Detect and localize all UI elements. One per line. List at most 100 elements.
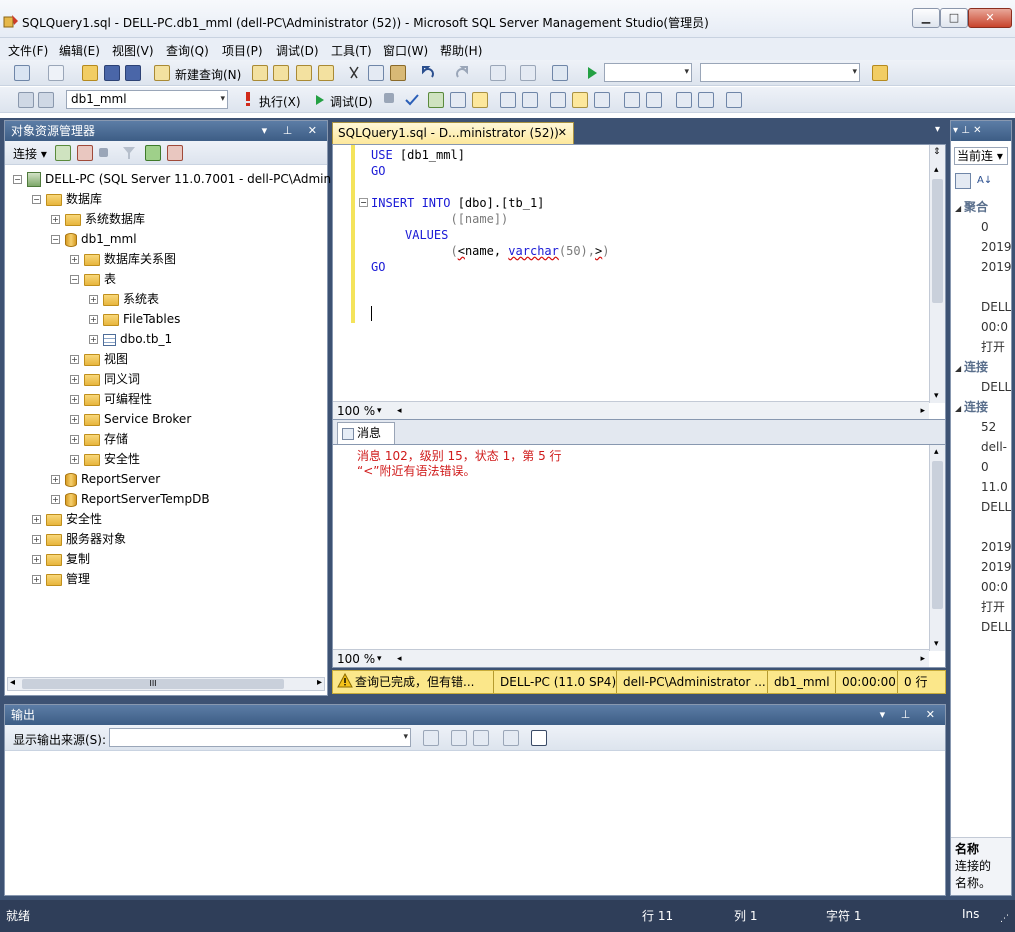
start-debug-icon[interactable]: [584, 65, 600, 81]
property-value[interactable]: 2019: [981, 557, 1011, 577]
scroll-left-arrow[interactable]: ◂: [10, 677, 15, 688]
editor-hscroll-right-arrow[interactable]: ▸: [920, 402, 925, 420]
property-category[interactable]: ◢ 连接: [955, 357, 1011, 377]
maximize-button[interactable]: □: [940, 8, 968, 28]
connect-server-icon[interactable]: [55, 145, 71, 161]
comment-icon[interactable]: [624, 92, 640, 108]
editor-vscroll-thumb[interactable]: [932, 179, 943, 303]
expand-icon[interactable]: +: [70, 415, 79, 424]
expand-icon[interactable]: +: [70, 435, 79, 444]
alphabetical-sort-icon[interactable]: A↓: [977, 173, 993, 189]
property-value[interactable]: DELL: [981, 617, 1011, 637]
include-plan-icon[interactable]: [500, 92, 516, 108]
expand-icon[interactable]: +: [89, 315, 98, 324]
property-value[interactable]: [981, 277, 1011, 297]
analysis-query-icon[interactable]: [273, 65, 289, 81]
minimize-button[interactable]: ▁: [912, 8, 940, 28]
redo-icon[interactable]: [454, 65, 470, 81]
menu-window[interactable]: 窗口(W): [383, 42, 428, 59]
scroll-down-arrow[interactable]: ▾: [934, 391, 939, 401]
property-value[interactable]: DELL: [981, 297, 1011, 317]
db-engine-query-icon[interactable]: [252, 65, 268, 81]
refresh-icon[interactable]: [145, 145, 161, 161]
property-value[interactable]: 52: [981, 417, 1011, 437]
messages-zoom-arrow-icon[interactable]: ▾: [377, 650, 382, 668]
undo-icon[interactable]: [420, 65, 436, 81]
msg-scroll-up-arrow[interactable]: ▴: [934, 447, 939, 457]
connect-dropdown[interactable]: 连接 ▾: [13, 145, 47, 162]
expand-icon[interactable]: +: [89, 295, 98, 304]
menu-debug[interactable]: 调试(D): [276, 42, 319, 59]
close-button[interactable]: ✕: [968, 8, 1012, 28]
property-value[interactable]: 2019: [981, 537, 1011, 557]
results-to-file-icon[interactable]: [594, 92, 610, 108]
tree-node[interactable]: + 安全性: [70, 449, 140, 469]
tree-node[interactable]: + 同义词: [70, 369, 140, 389]
object-explorer-pane-controls[interactable]: ▾ ⊥ ✕: [262, 121, 323, 141]
find-combo[interactable]: ▾: [700, 63, 860, 82]
new-project-icon[interactable]: [14, 65, 30, 81]
tree-node[interactable]: + 复制: [32, 549, 90, 569]
change-connection-icon[interactable]: [38, 92, 54, 108]
messages-zoom-select[interactable]: 100 %: [337, 652, 375, 666]
execute-button[interactable]: 执行(X): [259, 93, 301, 110]
save-all-icon[interactable]: [125, 65, 141, 81]
debug-icon[interactable]: [312, 92, 328, 108]
xmla-query-icon[interactable]: [318, 65, 334, 81]
tree-node[interactable]: + 可编程性: [70, 389, 152, 409]
copy-icon[interactable]: [368, 65, 384, 81]
collapse-icon[interactable]: −: [13, 175, 22, 184]
mdx-query-icon[interactable]: [296, 65, 312, 81]
next-message-icon[interactable]: [473, 730, 489, 746]
menu-tools[interactable]: 工具(T): [331, 42, 372, 59]
category-collapse-icon[interactable]: ◢: [955, 364, 964, 373]
cut-icon[interactable]: [346, 65, 362, 81]
solution-config-select[interactable]: ▾: [604, 63, 692, 82]
menu-edit[interactable]: 编辑(E): [59, 42, 100, 59]
property-value[interactable]: dell-: [981, 437, 1011, 457]
property-value[interactable]: 0: [981, 457, 1011, 477]
sql-editor[interactable]: USE [db1_mml] GO − INSERT INTO [dbo].[tb…: [332, 144, 946, 420]
client-statistics-icon[interactable]: [522, 92, 538, 108]
editor-tab-dropdown-icon[interactable]: ▾: [935, 124, 940, 135]
tree-node[interactable]: + 系统表: [89, 289, 159, 309]
tree-node[interactable]: + FileTables: [89, 309, 180, 329]
fold-toggle-icon[interactable]: −: [359, 198, 368, 207]
expand-icon[interactable]: +: [70, 455, 79, 464]
expand-icon[interactable]: +: [70, 355, 79, 364]
expand-icon[interactable]: +: [70, 395, 79, 404]
property-category[interactable]: ◢ 聚合: [955, 197, 1011, 217]
connect-icon[interactable]: [18, 92, 34, 108]
new-query-icon[interactable]: [154, 65, 170, 81]
find-message-icon[interactable]: [423, 730, 439, 746]
intellisense-icon[interactable]: [472, 92, 488, 108]
hscroll-thumb[interactable]: III: [22, 679, 284, 689]
collapse-icon[interactable]: −: [70, 275, 79, 284]
tree-node[interactable]: + 服务器对象: [32, 529, 126, 549]
property-value[interactable]: 00:0: [981, 577, 1011, 597]
editor-zoom-arrow-icon[interactable]: ▾: [377, 402, 382, 420]
tree-node[interactable]: + 存储: [70, 429, 128, 449]
property-value[interactable]: 11.0: [981, 477, 1011, 497]
output-pane-controls[interactable]: ▾ ⊥ ✕: [880, 705, 941, 725]
menu-project[interactable]: 项目(P): [222, 42, 263, 59]
expand-icon[interactable]: +: [51, 495, 60, 504]
clear-all-icon[interactable]: [503, 730, 519, 746]
output-source-select[interactable]: ▾: [109, 728, 411, 747]
navigate-forward-icon[interactable]: [520, 65, 536, 81]
add-item-icon[interactable]: [48, 65, 64, 81]
tree-node[interactable]: + 系统数据库: [51, 209, 145, 229]
expand-icon[interactable]: +: [32, 555, 41, 564]
results-to-text-icon[interactable]: [550, 92, 566, 108]
property-value[interactable]: 0: [981, 217, 1011, 237]
property-value[interactable]: DELL: [981, 377, 1011, 397]
tree-node[interactable]: − DELL-PC (SQL Server 11.0.7001 - dell-PC…: [13, 169, 379, 189]
collapse-icon[interactable]: −: [32, 195, 41, 204]
cancel-query-icon[interactable]: [384, 93, 394, 103]
tree-node[interactable]: + ReportServerTempDB: [51, 489, 210, 509]
menu-query[interactable]: 查询(Q): [166, 42, 209, 59]
navigate-backward-icon[interactable]: [490, 65, 506, 81]
tree-node[interactable]: + 管理: [32, 569, 90, 589]
category-collapse-icon[interactable]: ◢: [955, 404, 964, 413]
editor-hscroll-left-arrow[interactable]: ◂: [397, 402, 402, 420]
